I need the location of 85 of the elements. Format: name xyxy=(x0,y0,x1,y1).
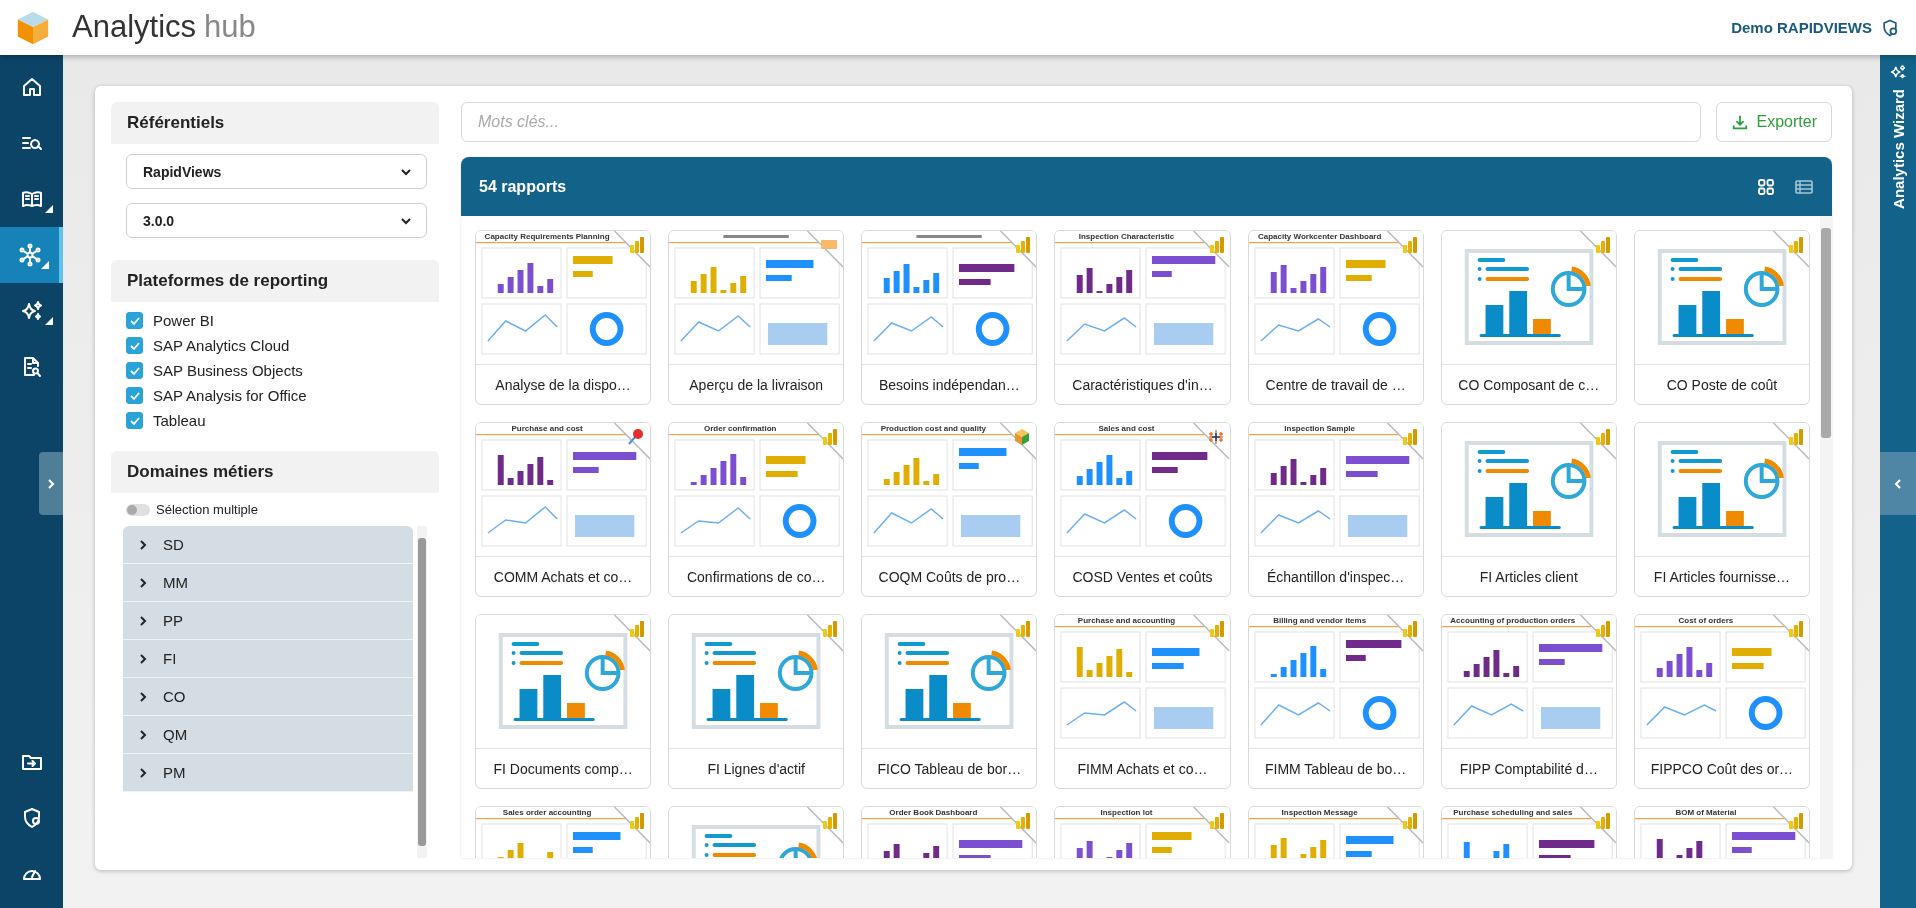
report-title: Caractéristiques d'in… xyxy=(1071,376,1214,395)
checkbox[interactable] xyxy=(126,387,143,404)
report-card[interactable]: FI Documents comp… xyxy=(475,614,652,789)
network-icon xyxy=(17,243,42,267)
report-card[interactable]: FI Articles client xyxy=(1440,422,1617,597)
report-title: FIPPCO Coût des or… xyxy=(1649,760,1795,779)
tree-item[interactable]: QM xyxy=(123,716,413,754)
report-title: FI Articles fournisse… xyxy=(1652,568,1791,587)
report-title: Analyse de la dispo… xyxy=(494,376,632,395)
report-title: COMM Achats et co… xyxy=(492,568,634,587)
report-title: FICO Tableau de bor… xyxy=(876,760,1023,779)
report-title: Centre de travail de … xyxy=(1264,376,1407,395)
checkbox-label: SAP Business Objects xyxy=(153,362,303,379)
report-card[interactable]: Accounting of production orders FIPP Comptabilité d… xyxy=(1440,614,1617,789)
report-card[interactable]: FICO Tableau de bor… xyxy=(861,614,1038,789)
submenu-corner-icon xyxy=(45,317,53,325)
report-title: CO Composant de c… xyxy=(1457,376,1601,395)
chevron-left-icon xyxy=(1892,477,1904,490)
report-card[interactable]: Billing and vendor items FIMM Tableau de bo… xyxy=(1247,614,1424,789)
submenu-corner-icon xyxy=(41,261,49,269)
tree-item[interactable]: FI xyxy=(123,640,413,678)
checkbox[interactable] xyxy=(126,362,143,379)
checkbox-label: Tableau xyxy=(153,412,206,429)
app-name: Analytics xyxy=(72,8,197,45)
tree-item[interactable]: SD xyxy=(123,526,413,564)
shield-gear-icon[interactable] xyxy=(1880,17,1900,38)
sparkles-icon[interactable] xyxy=(1889,63,1907,81)
scrollbar[interactable] xyxy=(1820,216,1832,858)
report-card[interactable]: Purchase and accounting FIMM Achats et co… xyxy=(1054,614,1231,789)
results-count: 54 rapports xyxy=(479,177,567,196)
tree-item[interactable]: CO xyxy=(123,678,413,716)
report-title: COSD Ventes et coûts xyxy=(1071,568,1214,587)
report-card[interactable]: Sales and cost COSD Ventes et coûts xyxy=(1054,422,1231,597)
report-card[interactable]: Cost of orders FIPPCO Coût des or… xyxy=(1633,614,1810,789)
report-title: Confirmations de co… xyxy=(685,568,827,587)
report-title: Échantillon d'inspec… xyxy=(1265,568,1406,587)
report-title: Aperçu de la livraison xyxy=(688,376,825,395)
select-dropdown[interactable]: RapidViews xyxy=(126,154,427,189)
report-title: FI Documents comp… xyxy=(492,760,634,779)
report-card[interactable]: Inspection Sample Échantillon d'inspec… xyxy=(1247,422,1424,597)
report-title: FI Articles client xyxy=(1478,568,1579,587)
sparkles-icon xyxy=(19,299,44,323)
report-card[interactable]: Production cost and quality COQM Coûts de pro… xyxy=(861,422,1038,597)
report-card[interactable]: CO Composant de c… xyxy=(1440,230,1617,405)
checkbox-label: Power BI xyxy=(153,312,214,329)
checkbox[interactable] xyxy=(126,337,143,354)
report-card[interactable]: Aperçu de la livraison xyxy=(668,230,845,405)
report-title: CO Poste de coût xyxy=(1665,376,1779,395)
report-title: FI Lignes d'actif xyxy=(706,760,806,779)
app-name-suffix: hub xyxy=(204,8,256,45)
report-title: Besoins indépendan… xyxy=(877,376,1021,395)
report-card[interactable]: Purchase and cost COMM Achats et co… xyxy=(475,422,652,597)
report-card[interactable]: Besoins indépendan… xyxy=(861,230,1038,405)
report-card[interactable]: FI Lignes d'actif xyxy=(668,614,845,789)
report-title: FIPP Comptabilité d… xyxy=(1458,760,1599,779)
checkbox-label: SAP Analysis for Office xyxy=(153,387,307,404)
download-icon xyxy=(1730,113,1749,131)
checkbox-label: SAP Analytics Cloud xyxy=(153,337,290,354)
section-header: Référentiels xyxy=(111,102,439,144)
toggle-switch[interactable] xyxy=(126,503,150,516)
wizard-label[interactable]: Analytics Wizard xyxy=(1889,89,1907,209)
report-title: COQM Coûts de pro… xyxy=(877,568,1022,587)
report-card[interactable]: Capacity Workcenter Dashboard Centre de travail de … xyxy=(1247,230,1424,405)
section-header: Plateformes de reporting xyxy=(111,260,439,302)
scrollbar[interactable] xyxy=(417,526,427,858)
select-dropdown[interactable]: 3.0.0 xyxy=(126,203,427,238)
tree-item[interactable]: PP xyxy=(123,602,413,640)
report-title: FIMM Achats et co… xyxy=(1076,760,1209,779)
user-name[interactable]: Demo RAPIDVIEWS xyxy=(1731,19,1872,36)
checkbox[interactable] xyxy=(126,412,143,429)
section-header: Domaines métiers xyxy=(111,451,439,493)
report-card[interactable]: FI Articles fournisse… xyxy=(1633,422,1810,597)
checkbox[interactable] xyxy=(126,312,143,329)
search-field[interactable]: Mots clés... xyxy=(461,102,1701,142)
toggle-label: Sélection multiple xyxy=(156,502,258,517)
tree-item[interactable]: PM xyxy=(123,754,413,792)
chevron-right-icon xyxy=(45,477,57,490)
grid-view-icon[interactable] xyxy=(1756,176,1776,197)
report-title: FIMM Tableau de bo… xyxy=(1263,760,1408,779)
report-card[interactable]: Inspection Characteristic Caractéristiques d'in… xyxy=(1054,230,1231,405)
tree-item[interactable]: MM xyxy=(123,564,413,602)
report-card[interactable]: Order confirmation Confirmations de co… xyxy=(668,422,845,597)
report-card[interactable]: Capacity Requirements Planning Analyse de la dispo… xyxy=(475,230,652,405)
report-card[interactable]: CO Poste de coût xyxy=(1633,230,1810,405)
submenu-corner-icon xyxy=(45,205,53,213)
